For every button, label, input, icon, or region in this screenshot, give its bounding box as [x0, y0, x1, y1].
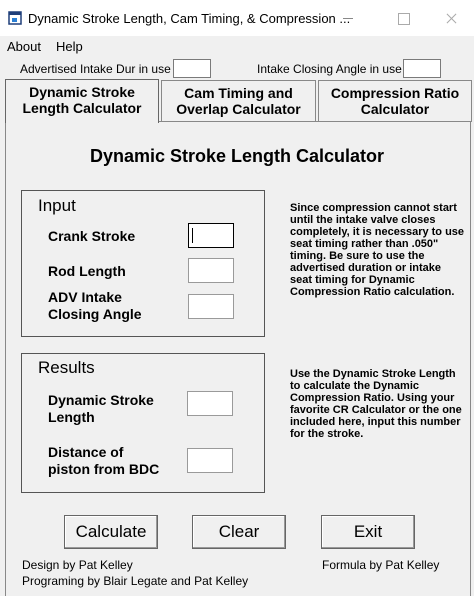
tab-label-line1: Compression Ratio	[330, 85, 460, 101]
label-line: Crank Stroke	[48, 228, 136, 244]
dynamic-stroke-length-label: Dynamic Stroke Length	[48, 392, 154, 426]
label-line: Dynamic Stroke	[48, 392, 154, 408]
distance-from-bdc-field[interactable]	[187, 448, 233, 473]
menu-help[interactable]: Help	[56, 39, 83, 54]
crank-stroke-field[interactable]	[188, 223, 234, 248]
advertised-intake-field[interactable]	[173, 59, 211, 78]
tab-compression-ratio[interactable]: Compression Ratio Calculator	[318, 80, 472, 122]
rod-length-field[interactable]	[188, 258, 234, 283]
adv-intake-closing-label: ADV Intake Closing Angle	[48, 289, 142, 323]
intake-closing-label: Intake Closing Angle in use	[257, 62, 402, 76]
tab-label-line2: Overlap Calculator	[176, 101, 301, 117]
window-title: Dynamic Stroke Length, Cam Timing, & Com…	[28, 11, 351, 26]
tab-label-line1: Cam Timing and	[184, 85, 293, 101]
input-group-title: Input	[36, 196, 78, 216]
adv-intake-closing-field[interactable]	[188, 294, 234, 319]
tab-label-line1: Dynamic Stroke	[29, 84, 135, 100]
crank-stroke-label: Crank Stroke	[48, 228, 135, 245]
page-title: Dynamic Stroke Length Calculator	[89, 146, 385, 166]
exit-button[interactable]: Exit	[321, 515, 415, 549]
rod-length-label: Rod Length	[48, 263, 126, 280]
tab-label-line2: Length Calculator	[22, 100, 142, 116]
tab-cam-timing[interactable]: Cam Timing and Overlap Calculator	[161, 80, 316, 122]
menu-about[interactable]: About	[7, 39, 41, 54]
title-bar: Dynamic Stroke Length, Cam Timing, & Com…	[0, 0, 474, 36]
formula-credit: Formula by Pat Kelley	[322, 558, 440, 572]
label-line: piston from BDC	[48, 461, 160, 477]
label-line: Distance of	[48, 444, 124, 460]
programming-credit: Programing by Blair Legate and Pat Kelle…	[22, 574, 249, 588]
app-icon	[8, 11, 22, 25]
label-line: ADV Intake	[48, 289, 122, 305]
maximize-icon[interactable]	[380, 0, 426, 36]
design-credit: Design by Pat Kelley	[22, 558, 133, 572]
minimize-icon[interactable]	[325, 0, 371, 36]
menu-bar: About Help	[0, 36, 474, 58]
results-group-title: Results	[36, 358, 97, 378]
label-line: Rod Length	[48, 263, 126, 279]
intake-in-use-row: Advertised Intake Dur in use Intake Clos…	[0, 58, 474, 80]
close-icon[interactable]	[428, 0, 474, 36]
label-line: Length	[48, 409, 95, 425]
distance-from-bdc-label: Distance of piston from BDC	[48, 444, 159, 478]
calculate-button[interactable]: Calculate	[64, 515, 158, 549]
results-note: Use the Dynamic Stroke Length to calcula…	[290, 368, 462, 440]
intake-closing-field[interactable]	[403, 59, 441, 78]
label-line: Closing Angle	[48, 306, 142, 322]
advertised-intake-label: Advertised Intake Dur in use	[20, 62, 171, 76]
tab-dynamic-stroke[interactable]: Dynamic Stroke Length Calculator	[5, 79, 159, 123]
clear-button[interactable]: Clear	[192, 515, 286, 549]
dynamic-stroke-length-field[interactable]	[187, 391, 233, 416]
input-note: Since compression cannot start until the…	[290, 202, 465, 298]
tab-label-line2: Calculator	[360, 101, 430, 117]
